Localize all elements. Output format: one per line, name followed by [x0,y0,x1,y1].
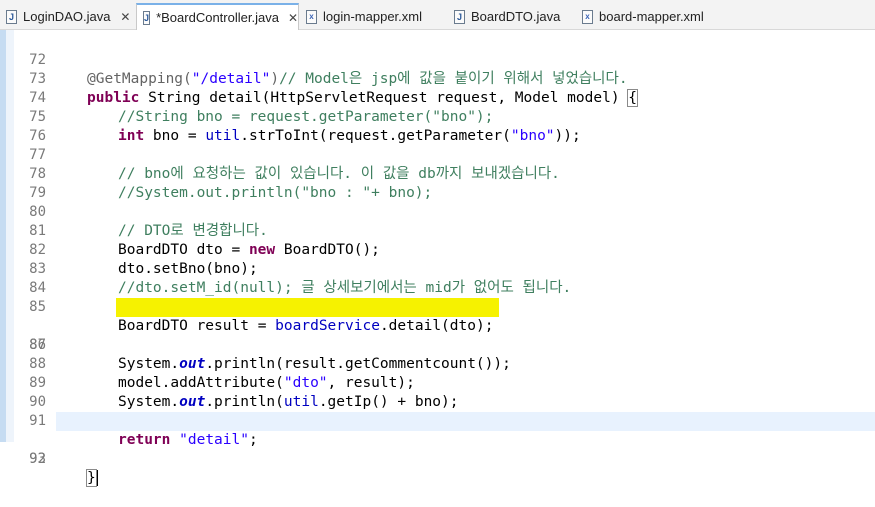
code-line: 82 dto.setBno(bno); [0,222,875,277]
code-line: 83 //dto.setM_id(null); 글 상세보기에서는 mid가 없… [0,241,875,296]
xml-file-icon: x [306,9,317,24]
code-line: 90 [0,374,875,410]
code-line: 80 // DTO로 변경합니다. [0,184,875,239]
tab-boardcontroller[interactable]: J *BoardController.java ✕ [136,3,299,30]
code-line-current: 92 } [0,412,875,487]
code-line: 79 [0,165,875,201]
code-line: 74 //String bno = request.getParameter("… [0,70,875,125]
tab-label: *BoardController.java [156,10,279,25]
close-icon[interactable]: ✕ [288,11,298,25]
code-line: 89 System.out.println(util.getIp() + bno… [0,355,875,410]
java-file-icon: J [6,9,17,24]
current-line-highlight [56,412,875,431]
tab-label: board-mapper.xml [599,9,704,24]
java-file-icon: J [454,9,465,24]
code-line: 87 [0,317,875,353]
code-editor[interactable]: 72 @GetMapping("/detail")// Model은 jsp에 … [0,30,875,487]
code-line: 78 //System.out.println("bno : "+ bno); [0,146,875,201]
code-line: 73 public String detail(HttpServletReque… [0,51,875,107]
text-caret [96,470,98,486]
code-line: 75 int bno = util.strToInt(request.getPa… [0,89,875,144]
code-line: 84 [0,260,875,296]
tab-login-mapper[interactable]: x login-mapper.xml [300,3,450,30]
tab-board-mapper[interactable]: x board-mapper.xml [576,3,736,30]
tab-logindao[interactable]: J LoginDAO.java ✕ [0,3,136,30]
java-file-icon: J [143,10,151,25]
code-line: 85 BoardDTO result = boardService.detail… [0,279,875,334]
selection-highlight [116,298,499,317]
code-line: 76 [0,108,875,144]
editor-tab-bar: J LoginDAO.java ✕ J *BoardController.jav… [0,0,875,30]
close-icon[interactable]: ✕ [119,10,131,24]
code-line: 72 @GetMapping("/detail")// Model은 jsp에 … [0,32,875,87]
matching-brace: } [86,469,97,487]
code-line: 81 BoardDTO dto = new BoardDTO(); [0,203,875,258]
tab-label: login-mapper.xml [323,9,422,24]
line-number: 93 [29,451,46,467]
code-line: 77 // bno에 요청하는 값이 있습니다. 이 값을 db까지 보내겠습니… [0,127,875,182]
tab-label: LoginDAO.java [23,9,111,24]
code-line: 93 [0,431,875,467]
code-line: 88 model.addAttribute("dto", result); [0,336,875,391]
code-line: 91 return "detail"; [0,393,875,448]
code-line-highlighted: 86 System.out.println(result.getCommentc… [0,298,875,372]
tab-boarddto[interactable]: J BoardDTO.java [448,3,576,30]
xml-file-icon: x [582,9,593,24]
tab-label: BoardDTO.java [471,9,561,24]
